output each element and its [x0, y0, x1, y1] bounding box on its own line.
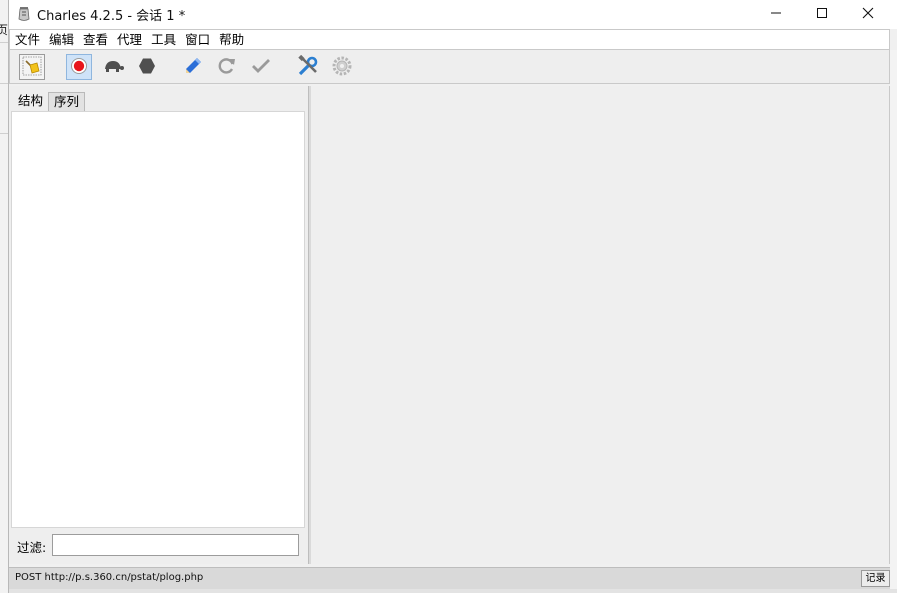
- charles-window: Charles 4.2.5 - 会话 1 * 文件 编辑 查看 代理 工具 窗口…: [8, 0, 897, 593]
- broom-icon: [22, 56, 42, 79]
- maximize-icon: [816, 7, 828, 22]
- charles-jar-icon: [17, 6, 31, 22]
- validate-button[interactable]: [248, 54, 274, 80]
- menu-help[interactable]: 帮助: [214, 30, 248, 49]
- toolbar: [9, 50, 890, 84]
- maximize-button[interactable]: [799, 0, 845, 29]
- filter-label: 过滤:: [17, 540, 47, 555]
- background-text-fragment: 页: [0, 23, 9, 37]
- clear-session-button[interactable]: [19, 54, 45, 80]
- close-button[interactable]: [845, 0, 891, 29]
- window-bottom-edge: [9, 589, 897, 593]
- turtle-throttle-icon: [102, 58, 124, 77]
- status-bar: POST http://p.s.360.cn/pstat/plog.php 记录: [9, 567, 890, 589]
- refresh-repeat-icon: [217, 56, 237, 79]
- window-title: Charles 4.2.5 - 会话 1 *: [37, 9, 186, 24]
- detail-panel: [311, 86, 890, 564]
- minimize-button[interactable]: [753, 0, 799, 29]
- settings-gear-icon: [332, 56, 352, 79]
- settings-button[interactable]: [329, 54, 355, 80]
- menu-tools[interactable]: 工具: [146, 30, 180, 49]
- menu-bar: 文件 编辑 查看 代理 工具 窗口 帮助: [9, 29, 890, 50]
- view-tabs: 结构 序列: [11, 88, 307, 111]
- background-divider: [0, 42, 8, 43]
- session-tree[interactable]: [11, 111, 305, 528]
- filter-input[interactable]: [52, 534, 299, 556]
- background-divider: [0, 133, 8, 134]
- pencil-compose-icon: [183, 56, 203, 79]
- compose-button[interactable]: [180, 54, 206, 80]
- tools-wrench-icon: [297, 54, 319, 80]
- start-recording-button[interactable]: [66, 54, 92, 80]
- title-bar[interactable]: Charles 4.2.5 - 会话 1 *: [9, 0, 897, 29]
- repeat-button[interactable]: [214, 54, 240, 80]
- close-icon: [862, 7, 874, 22]
- menu-proxy[interactable]: 代理: [112, 30, 146, 49]
- window-frame-edge: [890, 50, 897, 590]
- throttling-button[interactable]: [100, 54, 126, 80]
- status-message: POST http://p.s.360.cn/pstat/plog.php: [15, 572, 204, 583]
- menu-file[interactable]: 文件: [10, 30, 44, 49]
- menu-edit[interactable]: 编辑: [44, 30, 78, 49]
- structure-panel: 结构 序列 过滤:: [9, 86, 309, 564]
- menu-window[interactable]: 窗口: [180, 30, 214, 49]
- minimize-icon: [770, 7, 782, 22]
- menu-view[interactable]: 查看: [78, 30, 112, 49]
- tab-sequence[interactable]: 序列: [48, 92, 86, 111]
- stop-hexagon-icon: [138, 57, 156, 78]
- breakpoints-button[interactable]: [134, 54, 160, 80]
- tools-button[interactable]: [295, 54, 321, 80]
- record-icon: [70, 57, 88, 78]
- background-divider: [0, 83, 8, 84]
- background-window-edge: 页 -: [0, 0, 8, 593]
- recording-status-button[interactable]: 记录: [861, 570, 890, 587]
- tab-structure[interactable]: 结构: [13, 90, 49, 110]
- checkmark-validate-icon: [251, 56, 271, 79]
